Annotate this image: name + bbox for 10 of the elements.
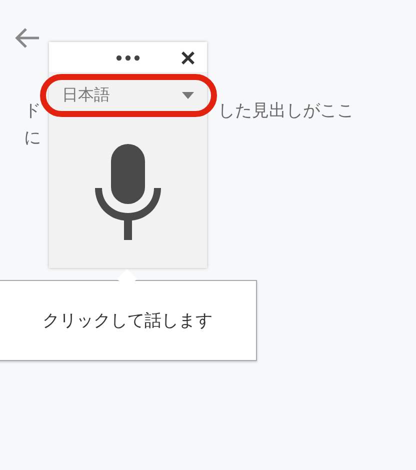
heading-text: した見出しがここ — [218, 100, 354, 123]
heading-text: ド — [24, 100, 41, 123]
close-icon[interactable] — [181, 51, 195, 65]
tooltip-text: クリックして話します — [42, 310, 212, 332]
more-icon[interactable] — [116, 55, 140, 61]
microphone-icon[interactable] — [92, 144, 164, 240]
heading-text: に — [24, 128, 41, 148]
back-arrow-icon[interactable] — [14, 27, 40, 49]
caret-icon — [182, 92, 194, 98]
language-dropdown[interactable]: 日本語 — [59, 82, 199, 108]
